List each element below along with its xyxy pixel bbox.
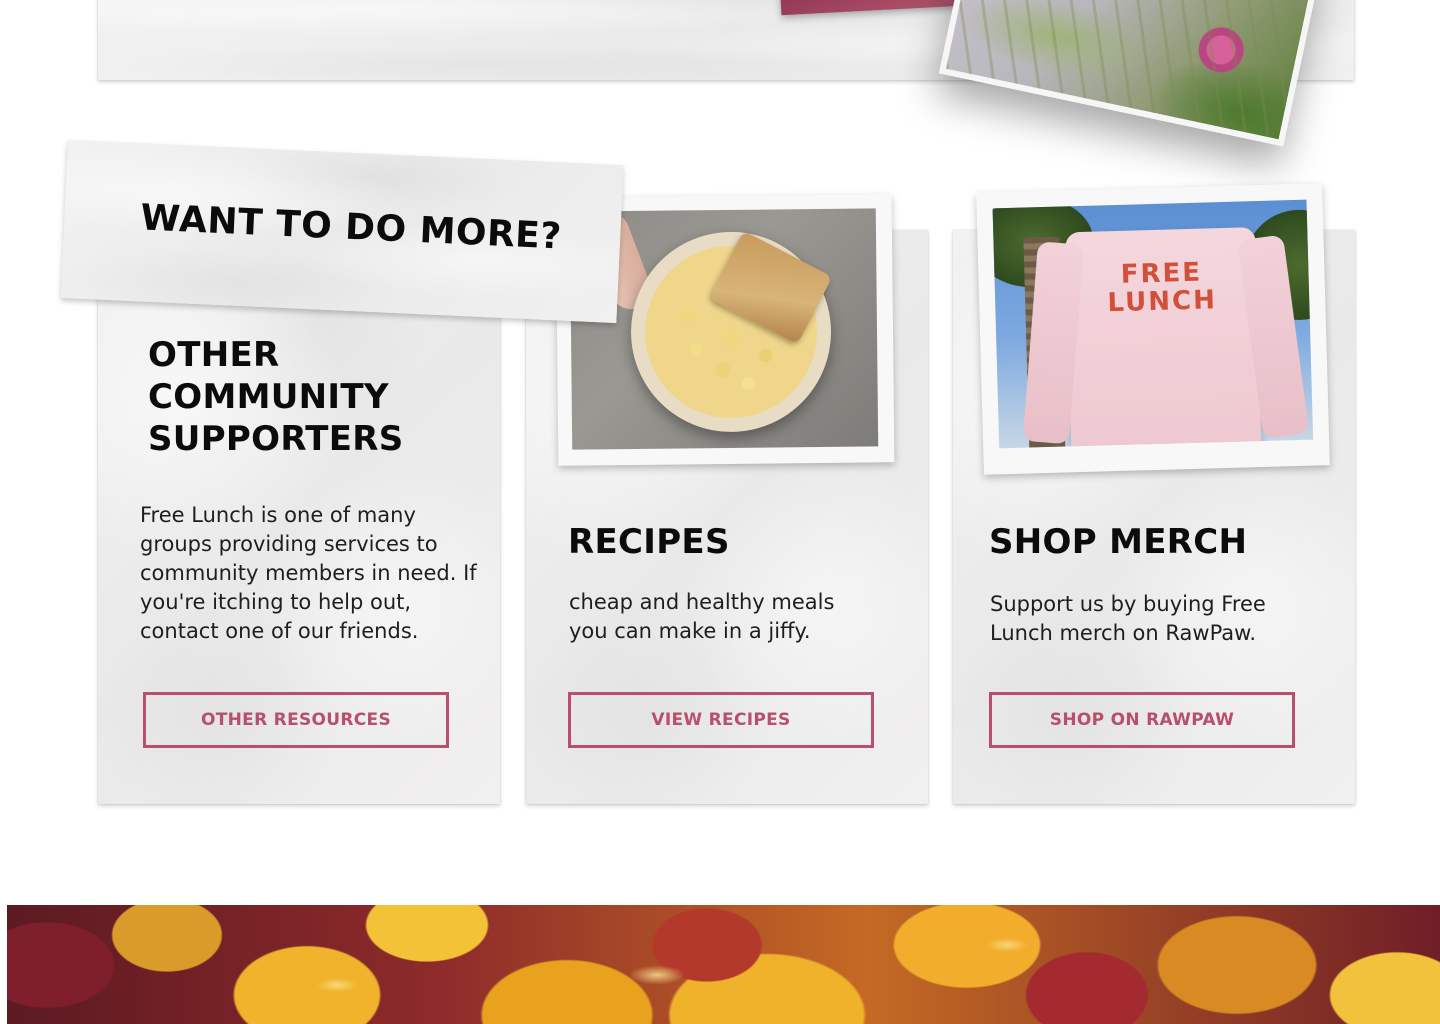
- shop-on-rawpaw-button[interactable]: SHOP ON RAWPAW: [989, 692, 1295, 748]
- section-label: WANT TO DO MORE?: [60, 140, 624, 324]
- card-description: cheap and healthy meals you can make in …: [569, 590, 835, 643]
- card-community-supporters: OTHER COMMUNITY SUPPORTERS Free Lunch is…: [98, 230, 500, 804]
- shirt-shape: FREE LUNCH: [1065, 227, 1262, 449]
- card-heading: RECIPES: [568, 522, 730, 562]
- other-resources-button[interactable]: OTHER RESOURCES: [143, 692, 449, 748]
- tomatoes-banner-image: [7, 905, 1440, 1024]
- merch-photo: FREE LUNCH: [976, 183, 1330, 475]
- card-heading: SHOP MERCH: [989, 522, 1248, 562]
- top-flower-photo: [938, 0, 1324, 147]
- free-lunch-shirt-image: FREE LUNCH: [992, 199, 1314, 449]
- page: OTHER COMMUNITY SUPPORTERS Free Lunch is…: [0, 0, 1440, 1024]
- card-heading: OTHER COMMUNITY SUPPORTERS: [148, 335, 404, 459]
- card-description: Support us by buying Free Lunch merch on…: [990, 592, 1266, 645]
- section-title: WANT TO DO MORE?: [139, 197, 563, 258]
- shirt-print-text: FREE LUNCH: [1107, 257, 1218, 319]
- view-recipes-button[interactable]: VIEW RECIPES: [568, 692, 874, 748]
- card-description: Free Lunch is one of many groups providi…: [140, 503, 477, 643]
